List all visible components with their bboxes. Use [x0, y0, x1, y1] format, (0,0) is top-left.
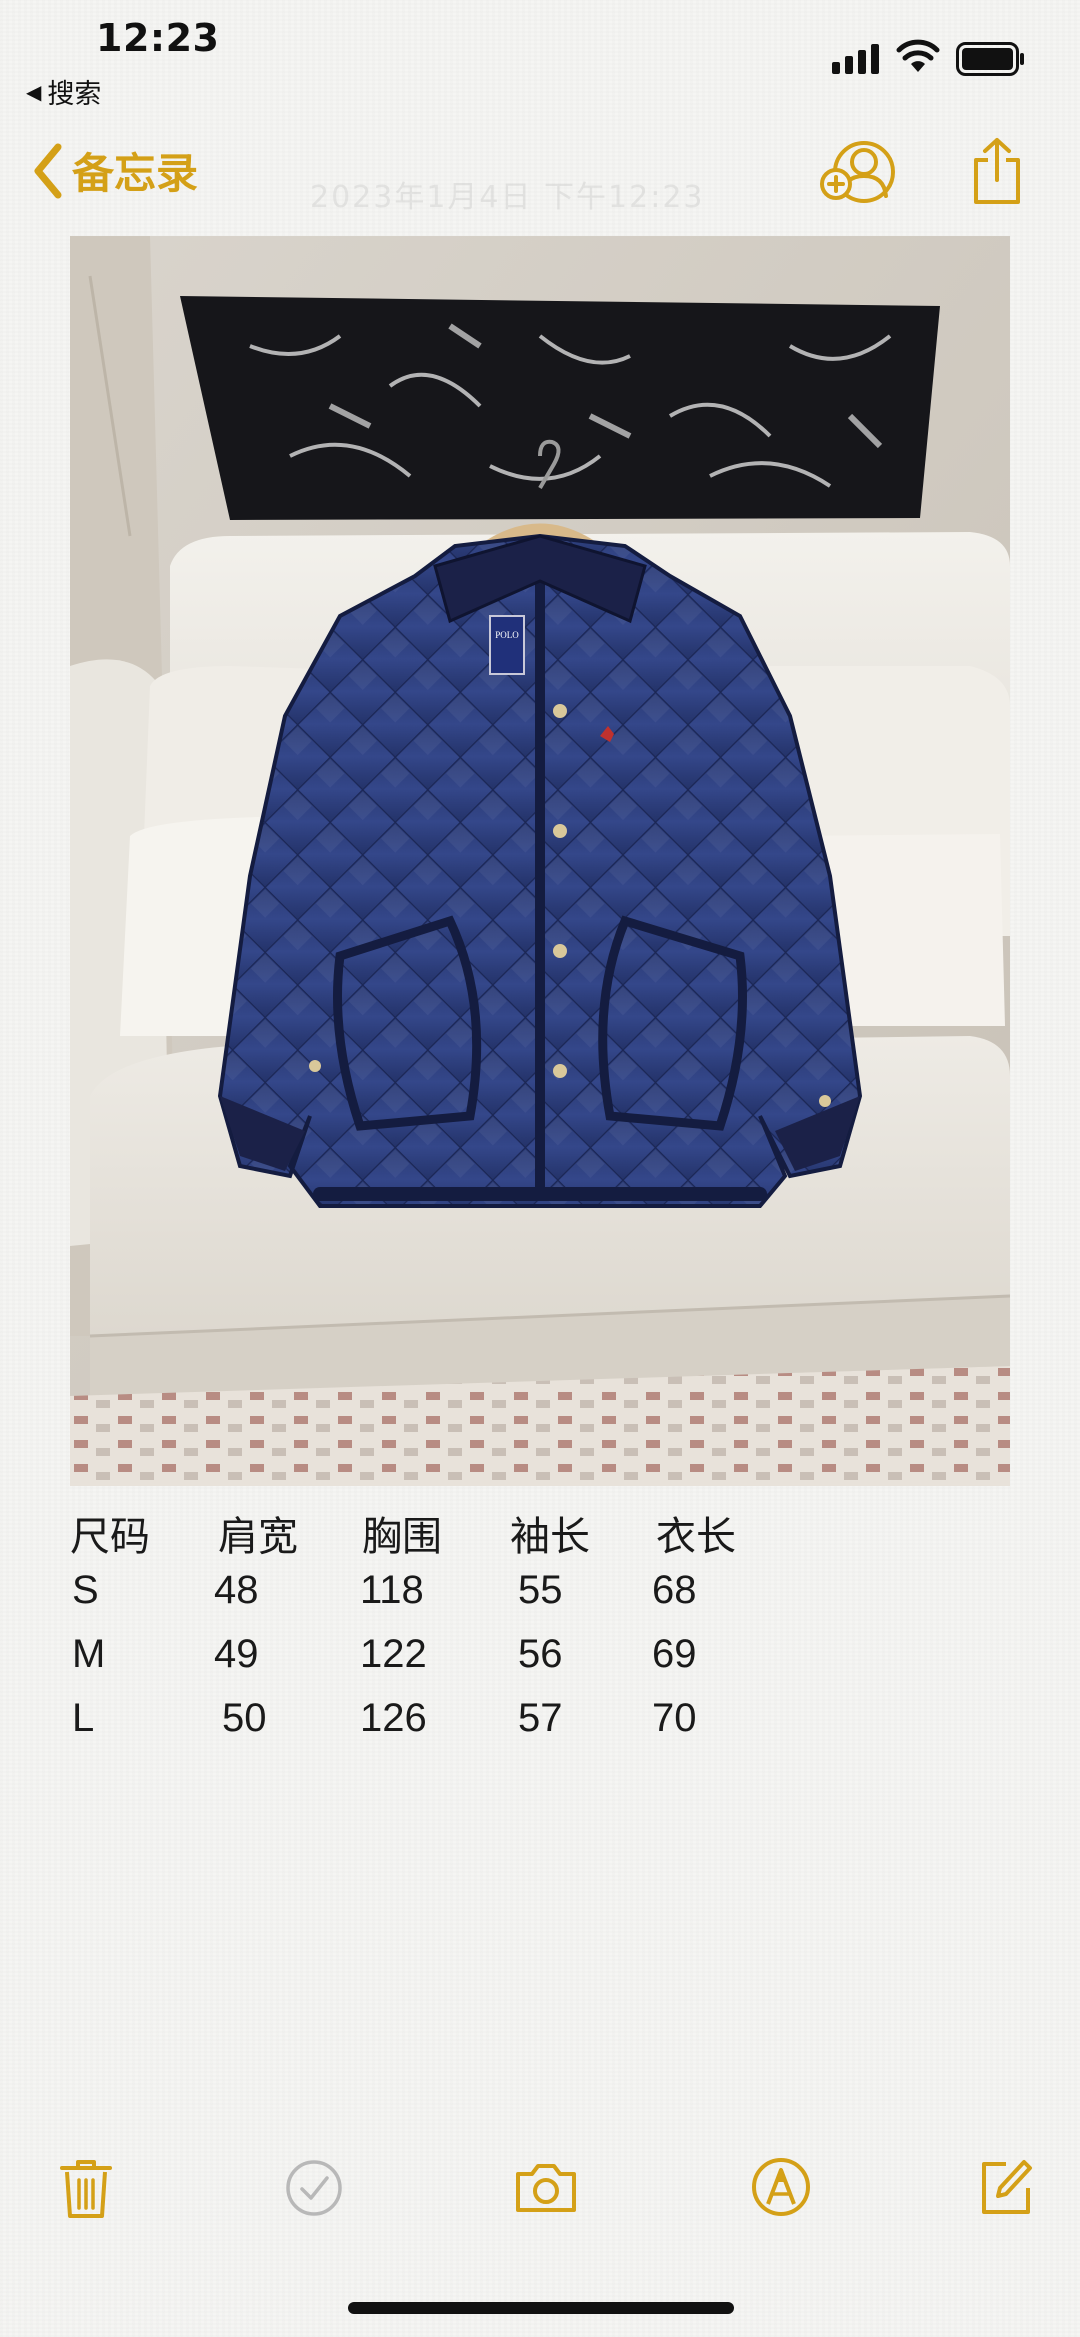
- header-size: 尺码: [70, 1515, 150, 1559]
- jacket-photo[interactable]: POLO: [70, 236, 1010, 1486]
- brand-tag-text: POLO: [495, 630, 519, 640]
- header-shoulder: 肩宽: [218, 1515, 298, 1559]
- cell-shoulder: 49: [214, 1632, 259, 1676]
- header-chest: 胸围: [362, 1515, 442, 1559]
- back-label: 备忘录: [72, 149, 199, 198]
- collaborate-icon[interactable]: [820, 138, 896, 204]
- header-sleeve: 袖长: [510, 1515, 590, 1559]
- header-length: 衣长: [656, 1515, 736, 1559]
- cell-size: M: [72, 1632, 106, 1676]
- back-to-app-link[interactable]: ◀ 搜索: [26, 72, 101, 111]
- cell-length: 68: [652, 1568, 697, 1612]
- cell-size: L: [72, 1696, 95, 1740]
- back-app-label: 搜索: [47, 79, 102, 110]
- cell-sleeve: 57: [518, 1696, 563, 1740]
- compose-icon[interactable]: [976, 2156, 1036, 2218]
- cell-chest: 126: [360, 1696, 427, 1740]
- camera-icon[interactable]: [512, 2160, 580, 2216]
- share-icon[interactable]: [970, 136, 1024, 206]
- checklist-icon[interactable]: [284, 2158, 344, 2218]
- trash-icon[interactable]: [58, 2156, 114, 2220]
- markup-icon[interactable]: [750, 2156, 812, 2218]
- note-date-faint: 2023年1月4日 下午12:23: [310, 180, 705, 215]
- signal-icon: [832, 44, 879, 74]
- back-to-notes-button[interactable]: 备忘录: [30, 140, 198, 201]
- battery-icon: [956, 42, 1024, 76]
- status-time: 12:23: [96, 16, 220, 60]
- cell-chest: 118: [360, 1568, 424, 1612]
- cell-size: S: [72, 1568, 99, 1612]
- wifi-icon: [896, 39, 940, 72]
- cell-shoulder: 48: [214, 1568, 259, 1612]
- cell-sleeve: 55: [518, 1568, 563, 1612]
- home-indicator[interactable]: [348, 2302, 734, 2314]
- cell-chest: 122: [360, 1632, 427, 1676]
- cell-length: 69: [652, 1632, 697, 1676]
- back-triangle-icon: ◀: [26, 79, 42, 104]
- cell-sleeve: 56: [518, 1632, 563, 1676]
- chevron-left-icon: [34, 143, 62, 198]
- cell-length: 70: [652, 1696, 697, 1740]
- cell-shoulder: 50: [222, 1696, 267, 1740]
